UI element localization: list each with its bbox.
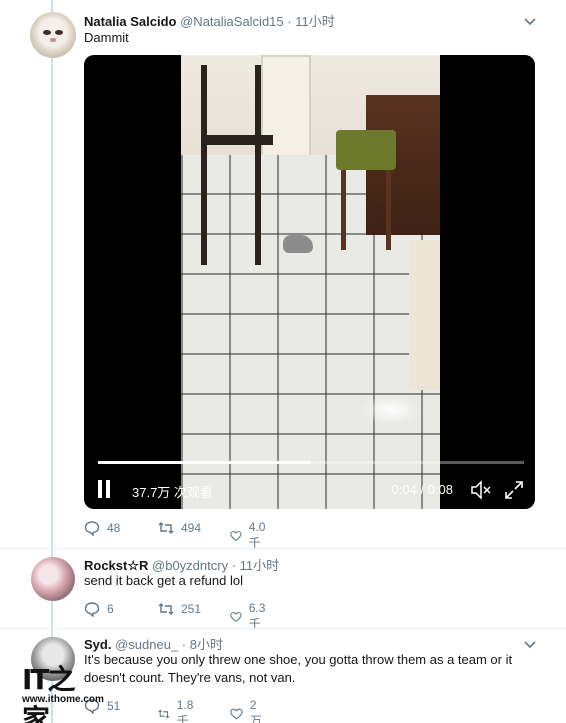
separator-dot: · <box>181 637 187 652</box>
video-frame <box>181 55 440 509</box>
chevron-down-icon[interactable] <box>524 14 536 26</box>
user-handle[interactable]: @b0yzdntcry <box>152 558 228 573</box>
reply-count: 6 <box>107 602 114 616</box>
reply-button[interactable]: 6 <box>84 601 114 617</box>
user-handle[interactable]: @NataliaSalcid15 <box>180 14 284 29</box>
ithome-watermark: IT之家 www.ithome.com <box>18 652 104 723</box>
like-button[interactable]: 4.0千 <box>230 520 270 551</box>
mute-icon[interactable] <box>469 479 493 501</box>
like-count: 2万 <box>249 698 262 723</box>
watermark-logo: IT之家 <box>22 663 76 723</box>
like-icon <box>230 708 243 720</box>
timestamp[interactable]: 11小时 <box>240 558 280 573</box>
retweet-button[interactable]: 494 <box>158 520 201 536</box>
avatar[interactable] <box>31 557 75 601</box>
reply-count: 51 <box>107 699 121 713</box>
user-handle[interactable]: @sudneu_ <box>115 637 178 652</box>
retweet-count: 1.8千 <box>176 698 194 723</box>
tweet-text-line-1: It's because you only threw one shoe, yo… <box>84 652 513 667</box>
like-icon <box>230 530 242 541</box>
separator-dot: · <box>287 14 292 29</box>
reply-count: 48 <box>107 521 121 535</box>
fullscreen-icon[interactable] <box>503 479 525 501</box>
tweet-reply-rockstar[interactable]: Rockst☆R @b0yzdntcry · 11小时 send it back… <box>0 548 566 631</box>
display-name[interactable]: Syd. <box>84 637 111 652</box>
retweet-count: 494 <box>181 521 202 535</box>
retweet-icon <box>158 522 174 534</box>
video-timecode: 0:04 / 0:08 <box>391 482 453 497</box>
video-controls: 37.7万 次观看 0:04 / 0:08 <box>84 475 535 505</box>
video-progress-bar[interactable] <box>98 461 524 464</box>
video-player[interactable]: 37.7万 次观看 0:04 / 0:08 <box>84 55 535 509</box>
video-progress-fill <box>98 461 311 464</box>
avatar[interactable] <box>30 12 76 58</box>
retweet-button[interactable]: 1.8千 <box>158 698 198 723</box>
shoe <box>283 235 313 253</box>
tweet-natalia[interactable]: Natalia Salcido @NataliaSalcid15 · 11小时 … <box>0 0 566 550</box>
retweet-count: 251 <box>181 602 202 616</box>
pause-icon[interactable] <box>98 480 112 498</box>
timestamp[interactable]: 11小时 <box>295 14 335 29</box>
like-icon <box>230 611 242 622</box>
reply-icon <box>84 602 100 617</box>
like-count: 4.0千 <box>248 520 266 550</box>
view-count: 37.7万 次观看 <box>132 485 213 500</box>
tweet-text-line-2: doesn't count. They're vans, not van. <box>84 670 296 685</box>
display-name[interactable]: Rockst☆R <box>84 558 148 573</box>
retweet-icon <box>158 709 170 718</box>
reply-icon <box>84 521 100 536</box>
timestamp[interactable]: 8小时 <box>190 637 223 652</box>
watermark-url: www.ithome.com <box>22 694 104 705</box>
separator-dot: · <box>231 558 237 573</box>
tweet-header: Natalia Salcido @NataliaSalcid15 · 11小时 <box>84 11 335 30</box>
tweet-text: send it back get a refund lol <box>84 573 243 588</box>
chevron-down-icon[interactable] <box>524 637 536 649</box>
like-button[interactable]: 2万 <box>230 698 265 723</box>
tweet-text: Dammit <box>84 30 129 45</box>
display-name[interactable]: Natalia Salcido <box>84 14 176 29</box>
retweet-icon <box>158 603 174 615</box>
retweet-button[interactable]: 251 <box>158 601 201 617</box>
reply-button[interactable]: 48 <box>84 520 120 536</box>
